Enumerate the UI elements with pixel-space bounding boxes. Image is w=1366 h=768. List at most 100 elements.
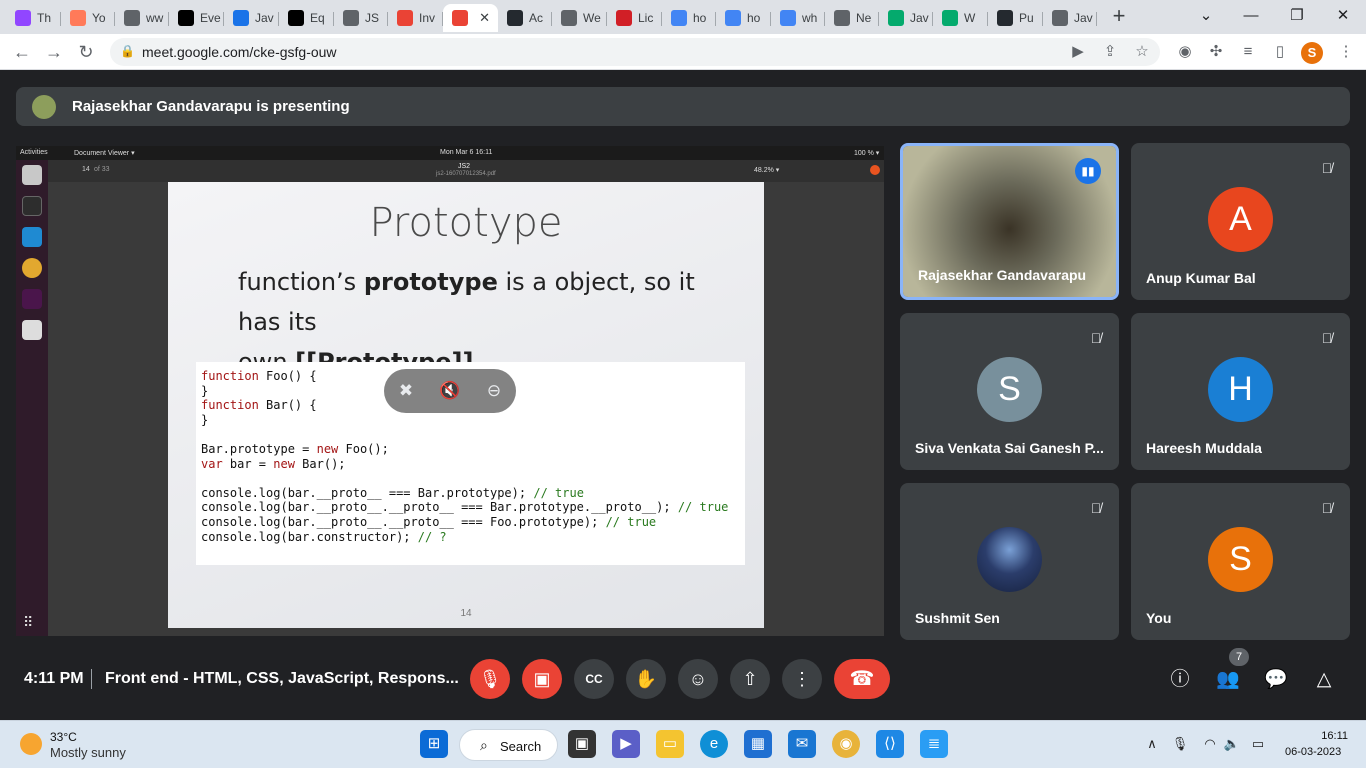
taskbar-date[interactable]: 06-03-2023	[1285, 746, 1341, 758]
participant-tile-anup[interactable]: 🎙̸ A Anup Kumar Bal	[1131, 143, 1350, 300]
teams-icon[interactable]: ▶	[612, 730, 640, 758]
raise-hand-button[interactable]: ✋	[626, 659, 666, 699]
minimize-icon[interactable]: —	[1231, 3, 1271, 29]
participant-avatar: H	[1208, 357, 1273, 422]
participant-name: Hareesh Muddala	[1146, 440, 1262, 456]
task-view-icon[interactable]: ▣	[568, 730, 596, 758]
camera-icon[interactable]: ▶	[1068, 42, 1088, 62]
tab-title: Pu	[1019, 11, 1034, 25]
browser-tab[interactable]: Yo	[61, 4, 115, 32]
browser-tab[interactable]: Jav	[224, 4, 279, 32]
browser-tab[interactable]: Jav	[1043, 4, 1097, 32]
people-icon[interactable]: 👥	[1215, 667, 1241, 693]
browser-tab[interactable]: Lic	[607, 4, 662, 32]
browser-tab[interactable]: W	[933, 4, 988, 32]
browser-toolbar: ← → ↻ 🔒 meet.google.com/cke-gsfg-ouw ▶ ⇪…	[0, 34, 1366, 70]
grammarly-icon[interactable]: ◉	[1175, 42, 1195, 62]
more-options-button[interactable]: ⋮	[782, 659, 822, 699]
reload-icon[interactable]: ↻	[74, 41, 98, 63]
show-hidden-icons[interactable]: ∧	[1143, 735, 1161, 753]
mic-off-button[interactable]: 🎙	[470, 659, 510, 699]
speaking-indicator-icon: ▮▮	[1075, 158, 1101, 184]
tab-search-icon[interactable]: ⌄	[1186, 3, 1226, 29]
participant-tile-rajasekhar[interactable]: ▮▮ Rajasekhar Gandavarapu	[900, 143, 1119, 300]
medium-icon	[288, 10, 304, 26]
browser-tab[interactable]: Pu	[988, 4, 1043, 32]
browser-tab[interactable]: ho	[662, 4, 716, 32]
browser-tab[interactable]: ✕	[443, 4, 498, 32]
activities-icon[interactable]: △	[1311, 667, 1337, 693]
chat-icon[interactable]: 💬	[1263, 667, 1289, 693]
leave-call-button[interactable]: ☎	[834, 659, 890, 699]
tab-title: Inv	[419, 11, 436, 25]
remove-presentation-icon[interactable]: ⊖	[482, 379, 506, 403]
globe-icon	[343, 10, 359, 26]
tab-title: Ac	[529, 11, 544, 25]
address-bar[interactable]: 🔒 meet.google.com/cke-gsfg-ouw ▶ ⇪ ☆	[110, 38, 1160, 66]
muted-mic-icon: 🎙̸	[1090, 500, 1102, 516]
mute-presentation-audio-icon[interactable]: 🔇	[438, 379, 462, 403]
globe-icon	[1052, 10, 1068, 26]
sun-icon[interactable]	[20, 733, 42, 755]
taskbar-search[interactable]: ⌕ Search	[459, 729, 558, 761]
present-button[interactable]: ⇧	[730, 659, 770, 699]
back-icon[interactable]: ←	[10, 41, 34, 63]
presenter-avatar	[32, 95, 56, 119]
muted-mic-icon: 🎙̸	[1321, 160, 1333, 176]
side-panel-icon[interactable]: ▯	[1270, 42, 1290, 62]
start-windows-icon[interactable]: ⊞	[420, 730, 448, 758]
weather-condition[interactable]: Mostly sunny	[50, 745, 126, 760]
captions-button[interactable]: CC	[574, 659, 614, 699]
browser-tab[interactable]: JS	[334, 4, 388, 32]
browser-tab[interactable]: Inv	[388, 4, 443, 32]
close-tab-icon[interactable]: ✕	[479, 10, 490, 26]
battery-icon[interactable]: ▭	[1249, 735, 1267, 753]
participant-tile-hareesh[interactable]: 🎙̸ H Hareesh Muddala	[1131, 313, 1350, 470]
bookmark-star-icon[interactable]: ☆	[1132, 42, 1152, 62]
unpin-icon[interactable]: ✖	[394, 379, 418, 403]
browser-tab[interactable]: wh	[771, 4, 825, 32]
chrome-menu-icon[interactable]: ⋮	[1336, 42, 1356, 62]
mail-icon[interactable]: ✉	[788, 730, 816, 758]
browser-tab[interactable]: Eq	[279, 4, 334, 32]
browser-tab[interactable]: Eve	[169, 4, 224, 32]
microphone-tray-icon[interactable]: 🎙	[1171, 735, 1189, 753]
browser-tab[interactable]: ho	[716, 4, 771, 32]
extensions-icon[interactable]: ✣	[1206, 42, 1226, 62]
taskbar-clock[interactable]: 16:11	[1312, 730, 1348, 742]
file-explorer-icon[interactable]: ▭	[656, 730, 684, 758]
vscode-taskbar-icon[interactable]: ⟨⟩	[876, 730, 904, 758]
browser-tab[interactable]: Ac	[498, 4, 552, 32]
notepad-icon[interactable]: ≣	[920, 730, 948, 758]
wifi-icon[interactable]: ◠	[1201, 735, 1219, 753]
participant-tile-you[interactable]: 🎙̸ S You	[1131, 483, 1350, 640]
weather-temperature[interactable]: 33°C	[50, 730, 77, 744]
browser-tab[interactable]: Jav	[879, 4, 933, 32]
tab-title: wh	[802, 11, 818, 25]
maximize-icon[interactable]: ❐	[1277, 3, 1317, 29]
new-tab-icon[interactable]: +	[1108, 5, 1130, 28]
browser-tab[interactable]: Ne	[825, 4, 879, 32]
chrome-taskbar-icon[interactable]: ◉	[832, 730, 860, 758]
browser-tab[interactable]: ww	[115, 4, 169, 32]
camera-off-button[interactable]: ▣	[522, 659, 562, 699]
presenter-banner: Rajasekhar Gandavarapu is presenting	[16, 87, 1350, 126]
chrome-icon	[22, 258, 42, 278]
microsoft-store-icon[interactable]: ▦	[744, 730, 772, 758]
hang-up-icon: ☎	[849, 668, 875, 690]
pdf-toolbar: 14 of 33 JS2 js2-160707012354.pdf 48.2% …	[48, 160, 884, 182]
volume-icon[interactable]: 🔈	[1223, 735, 1241, 753]
forward-icon[interactable]: →	[42, 41, 66, 63]
profile-avatar[interactable]: S	[1301, 42, 1323, 64]
media-control-icon[interactable]: ≡	[1238, 42, 1258, 62]
edge-icon[interactable]: e	[700, 730, 728, 758]
participant-tile-sushmit[interactable]: 🎙̸ Sushmit Sen	[900, 483, 1119, 640]
browser-tab[interactable]: We	[552, 4, 607, 32]
reactions-button[interactable]: ☺	[678, 659, 718, 699]
participant-tile-siva[interactable]: 🎙̸ S Siva Venkata Sai Ganesh P...	[900, 313, 1119, 470]
meeting-details-icon[interactable]: ⓘ	[1167, 667, 1193, 693]
activities-label: Activities	[20, 149, 48, 156]
close-window-icon[interactable]: ✕	[1323, 3, 1363, 29]
share-icon[interactable]: ⇪	[1100, 42, 1120, 62]
browser-tab[interactable]: Th	[6, 4, 61, 32]
